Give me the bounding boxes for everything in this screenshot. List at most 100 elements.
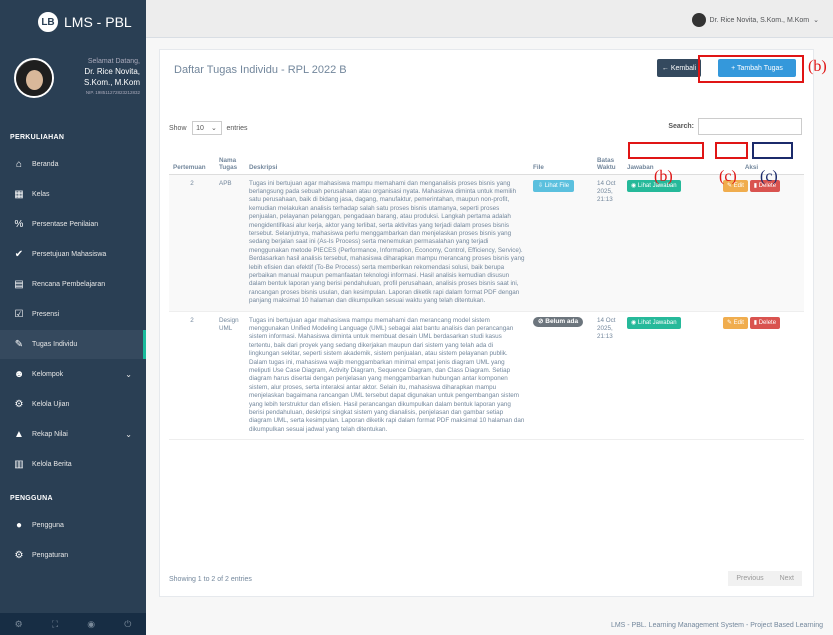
search: Search: bbox=[668, 118, 802, 135]
cogs-icon: ⚙ bbox=[14, 399, 24, 410]
percent-icon: % bbox=[14, 219, 24, 230]
profile-block: Selamat Datang, Dr. Rice Novita, S.Kom.,… bbox=[0, 44, 146, 124]
entries-label: entries bbox=[226, 124, 248, 132]
table-header-row: Pertemuan Nama Tugas Deskripsi File Bata… bbox=[169, 140, 804, 175]
sidebar-item-label: Kelas bbox=[32, 191, 50, 198]
section-perkuliahan: PERKULIAHAN bbox=[10, 133, 65, 141]
sidebar-item-persentase-penilaian[interactable]: % Persentase Penilaian bbox=[0, 210, 146, 239]
chevron-down-icon: ⌄ bbox=[813, 17, 819, 24]
cell-nama: Design UML bbox=[215, 311, 245, 441]
profile-welcome: Selamat Datang, bbox=[87, 58, 140, 65]
sidebar-item-label: Tugas Individu bbox=[32, 341, 78, 348]
annotation-b-add: (b) bbox=[808, 58, 827, 75]
topbar: Dr. Rice Novita, S.Kom., M.Kom ⌄ bbox=[146, 0, 833, 38]
showing-info: Showing 1 to 2 of 2 entries bbox=[169, 576, 252, 583]
previous-page-button[interactable]: Previous bbox=[728, 571, 772, 586]
sidebar-item-label: Presensi bbox=[32, 311, 60, 318]
cell-deskripsi: Tugas ini bertujuan agar mahasiswa mampu… bbox=[245, 174, 529, 312]
annotation-c-delete: (c) bbox=[760, 168, 778, 185]
user-menu[interactable]: Dr. Rice Novita, S.Kom., M.Kom ⌄ bbox=[691, 13, 819, 27]
sidebar-item-kelola-berita[interactable]: ▥ Kelola Berita bbox=[0, 450, 146, 479]
settings-icon[interactable]: ⚙ bbox=[15, 619, 23, 630]
brand-logo-icon: LB bbox=[38, 12, 58, 32]
col-pertemuan[interactable]: Pertemuan bbox=[169, 140, 215, 175]
highlight-view-answer bbox=[628, 142, 704, 159]
brand-name: LMS - PBL bbox=[64, 14, 132, 30]
next-page-button[interactable]: Next bbox=[771, 571, 802, 586]
view-answer-button[interactable]: ◉ Lihat Jawaban bbox=[627, 316, 681, 329]
sidebar-item-label: Pengguna bbox=[32, 522, 64, 529]
cell-nama: APB bbox=[215, 174, 245, 312]
sidebar-item-pengguna[interactable]: ● Pengguna bbox=[0, 511, 146, 540]
chevron-down-icon: ⌄ bbox=[125, 430, 132, 439]
sidebar-item-label: Kelola Berita bbox=[32, 461, 72, 468]
cell-pertemuan: 2 bbox=[169, 174, 215, 312]
gear-icon: ⚙ bbox=[14, 550, 24, 561]
sidebar-item-label: Persentase Penilaian bbox=[32, 221, 99, 228]
sidebar-item-rencana-pembelajaran[interactable]: ▤ Rencana Pembelajaran bbox=[0, 270, 146, 299]
entries-select[interactable]: 10 ⌄ bbox=[191, 121, 222, 135]
sidebar-item-label: Beranda bbox=[32, 161, 59, 168]
edit-button[interactable]: ✎ Edit bbox=[722, 316, 748, 329]
search-input[interactable] bbox=[698, 118, 802, 135]
file-icon: ▤ bbox=[14, 279, 24, 290]
annotation-b-answer: (b) bbox=[654, 168, 673, 185]
highlight-delete bbox=[752, 142, 793, 159]
highlight-add-task bbox=[698, 55, 804, 83]
cell-pertemuan: 2 bbox=[169, 311, 215, 441]
profile-name-line2: S.Kom., M.Kom bbox=[83, 78, 140, 87]
task-panel: Daftar Tugas Individu - RPL 2022 B ← Kem… bbox=[159, 49, 814, 597]
pagination: Previous Next bbox=[728, 571, 802, 586]
edit-icon: ✎ bbox=[14, 339, 24, 350]
brand[interactable]: LB LMS - PBL bbox=[0, 0, 146, 44]
view-file-button[interactable]: ⇩ Lihat File bbox=[533, 179, 575, 192]
profile-name-line1: Dr. Rice Novita, bbox=[84, 67, 140, 76]
delete-button[interactable]: ▮ Delete bbox=[749, 316, 781, 329]
sidebar-item-label: Pengaturan bbox=[32, 552, 69, 559]
table-row: 2 Design UML Tugas ini bertujuan agar ma… bbox=[169, 311, 804, 441]
user-icon: ● bbox=[15, 520, 23, 531]
fullscreen-icon[interactable]: ⛶ bbox=[52, 619, 58, 630]
sidebar-item-tugas-individu[interactable]: ✎ Tugas Individu bbox=[0, 330, 146, 359]
logout-icon[interactable]: ⏻ bbox=[124, 619, 131, 630]
sidebar-item-kelompok[interactable]: ☻ Kelompok ⌄ bbox=[0, 360, 146, 389]
chevron-down-icon: ⌄ bbox=[211, 125, 217, 132]
avatar bbox=[14, 58, 54, 98]
back-button[interactable]: ← Kembali bbox=[657, 59, 701, 77]
newspaper-icon: ▥ bbox=[14, 459, 24, 470]
col-batas-waktu[interactable]: Batas Waktu bbox=[593, 140, 623, 175]
graduation-icon: ▲ bbox=[14, 429, 24, 440]
sidebar-footer: ⚙ ⛶ ◉ ⏻ bbox=[0, 613, 146, 635]
entries-value: 10 bbox=[196, 124, 204, 132]
col-file[interactable]: File bbox=[529, 140, 593, 175]
cell-batas-waktu: 14 Oct 2025, 21:13 bbox=[593, 174, 623, 312]
sidebar-item-label: Rencana Pembelajaran bbox=[32, 281, 106, 288]
section-pengguna: PENGGUNA bbox=[10, 494, 53, 502]
sidebar-item-beranda[interactable]: ⌂ Beranda bbox=[0, 150, 146, 179]
sidebar-item-presensi[interactable]: ☑ Presensi bbox=[0, 300, 146, 329]
lock-icon[interactable]: ◉ bbox=[87, 619, 95, 630]
cell-deskripsi: Tugas ini bertujuan agar mahasiswa mampu… bbox=[245, 311, 529, 441]
table-row: 2 APB Tugas ini bertujuan agar mahasiswa… bbox=[169, 174, 804, 312]
sidebar-item-label: Kelola Ujian bbox=[32, 401, 70, 408]
sidebar-item-persetujuan-mahasiswa[interactable]: ✔ Persetujuan Mahasiswa bbox=[0, 240, 146, 269]
sidebar-item-rekap-nilai[interactable]: ▲ Rekap Nilai ⌄ bbox=[0, 420, 146, 449]
col-deskripsi[interactable]: Deskripsi bbox=[245, 140, 529, 175]
col-nama-tugas[interactable]: Nama Tugas bbox=[215, 140, 245, 175]
check-circle-icon: ✔ bbox=[14, 249, 24, 260]
sidebar-item-kelola-ujian[interactable]: ⚙ Kelola Ujian bbox=[0, 390, 146, 419]
sidebar-item-kelas[interactable]: ▦ Kelas bbox=[0, 180, 146, 209]
sidebar-item-label: Persetujuan Mahasiswa bbox=[32, 251, 107, 258]
user-avatar bbox=[691, 13, 706, 27]
page-title: Daftar Tugas Individu - RPL 2022 B bbox=[174, 64, 347, 76]
show-label: Show bbox=[169, 124, 187, 132]
sidebar-item-label: Kelompok bbox=[32, 371, 64, 378]
check-square-icon: ☑ bbox=[14, 309, 24, 320]
users-icon: ☻ bbox=[13, 369, 25, 380]
sidebar-item-pengaturan[interactable]: ⚙ Pengaturan bbox=[0, 541, 146, 570]
footer-text: LMS - PBL. Learning Management System - … bbox=[610, 622, 823, 629]
building-icon: ▦ bbox=[14, 189, 24, 200]
home-icon: ⌂ bbox=[15, 159, 23, 170]
user-name: Dr. Rice Novita, S.Kom., M.Kom bbox=[709, 16, 810, 24]
annotation-c-edit: (c) bbox=[719, 168, 737, 185]
